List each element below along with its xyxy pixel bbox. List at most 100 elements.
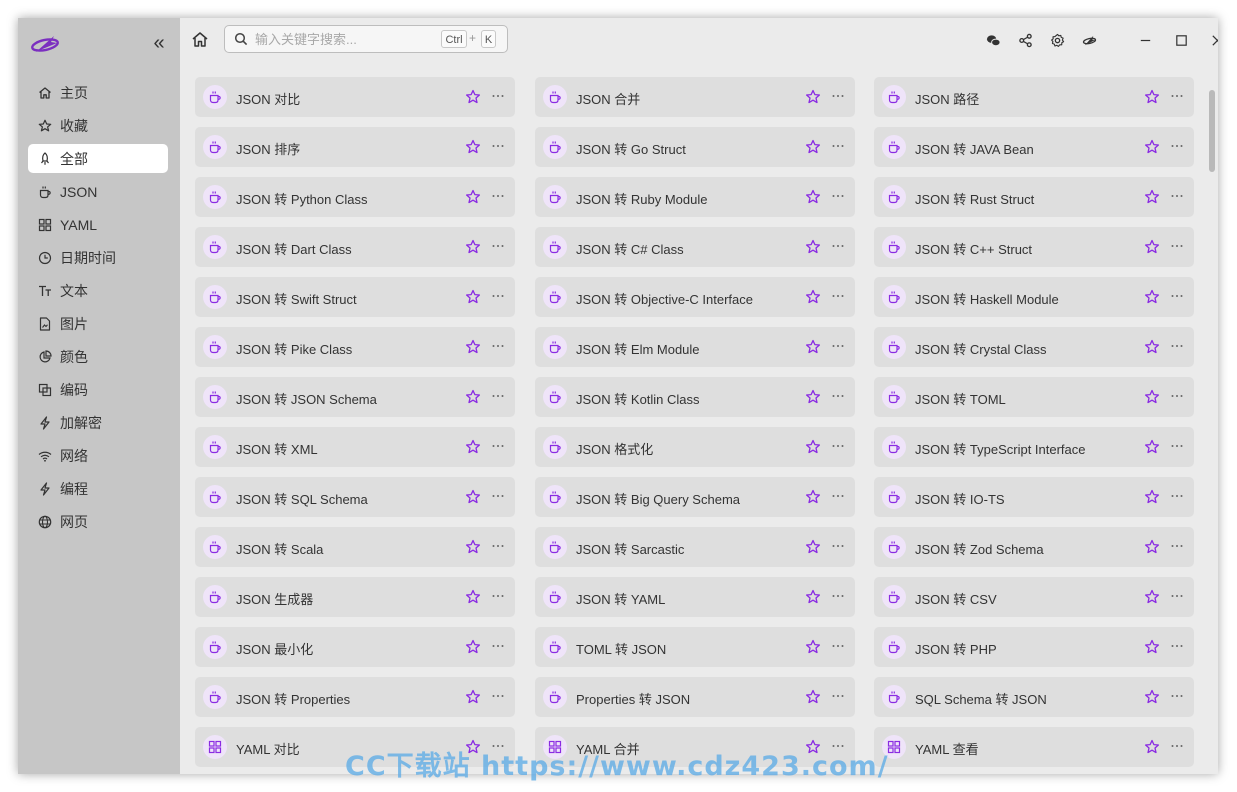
favorite-star-icon[interactable] <box>1144 89 1160 105</box>
minimize-icon[interactable] <box>1134 29 1156 51</box>
tool-card[interactable]: YAML 查看 <box>874 727 1194 767</box>
more-options-icon[interactable] <box>831 586 845 606</box>
sidebar-item-0[interactable]: 主页 <box>28 78 168 107</box>
more-options-icon[interactable] <box>831 186 845 206</box>
more-options-icon[interactable] <box>1170 386 1184 406</box>
double-chevron-left-icon[interactable]: « <box>149 32 169 56</box>
settings-icon[interactable] <box>1046 29 1068 51</box>
more-options-icon[interactable] <box>1170 536 1184 556</box>
favorite-star-icon[interactable] <box>1144 589 1160 605</box>
sidebar-item-9[interactable]: 编码 <box>28 375 168 404</box>
favorite-star-icon[interactable] <box>465 589 481 605</box>
sidebar-item-4[interactable]: YAML <box>28 210 168 239</box>
favorite-star-icon[interactable] <box>805 339 821 355</box>
favorite-star-icon[interactable] <box>805 439 821 455</box>
favorite-star-icon[interactable] <box>805 239 821 255</box>
more-options-icon[interactable] <box>491 336 505 356</box>
favorite-star-icon[interactable] <box>1144 139 1160 155</box>
more-options-icon[interactable] <box>1170 286 1184 306</box>
tool-card[interactable]: JSON 最小化 <box>195 627 515 667</box>
more-options-icon[interactable] <box>831 336 845 356</box>
favorite-star-icon[interactable] <box>1144 689 1160 705</box>
tool-card[interactable]: JSON 格式化 <box>535 427 855 467</box>
sidebar-item-5[interactable]: 日期时间 <box>28 243 168 272</box>
favorite-star-icon[interactable] <box>465 89 481 105</box>
close-icon[interactable] <box>1206 29 1218 51</box>
more-options-icon[interactable] <box>1170 236 1184 256</box>
favorite-star-icon[interactable] <box>1144 439 1160 455</box>
tool-card[interactable]: JSON 转 XML <box>195 427 515 467</box>
favorite-star-icon[interactable] <box>805 189 821 205</box>
scrollbar-thumb[interactable] <box>1209 90 1215 172</box>
favorite-star-icon[interactable] <box>465 439 481 455</box>
more-options-icon[interactable] <box>491 86 505 106</box>
more-options-icon[interactable] <box>1170 186 1184 206</box>
more-options-icon[interactable] <box>831 386 845 406</box>
tool-card[interactable]: JSON 转 TypeScript Interface <box>874 427 1194 467</box>
tool-card[interactable]: JSON 转 Scala <box>195 527 515 567</box>
favorite-star-icon[interactable] <box>1144 489 1160 505</box>
sidebar-item-8[interactable]: 颜色 <box>28 342 168 371</box>
tool-card[interactable]: JSON 转 Elm Module <box>535 327 855 367</box>
favorite-star-icon[interactable] <box>465 389 481 405</box>
tool-card[interactable]: JSON 转 TOML <box>874 377 1194 417</box>
favorite-star-icon[interactable] <box>465 639 481 655</box>
tool-card[interactable]: JSON 转 Zod Schema <box>874 527 1194 567</box>
tool-card[interactable]: JSON 转 CSV <box>874 577 1194 617</box>
favorite-star-icon[interactable] <box>1144 539 1160 555</box>
favorite-star-icon[interactable] <box>805 689 821 705</box>
sidebar-item-1[interactable]: 收藏 <box>28 111 168 140</box>
more-options-icon[interactable] <box>491 236 505 256</box>
tool-card[interactable]: JSON 转 IO-TS <box>874 477 1194 517</box>
favorite-star-icon[interactable] <box>805 589 821 605</box>
tool-card[interactable]: JSON 转 Go Struct <box>535 127 855 167</box>
sidebar-item-7[interactable]: 图片 <box>28 309 168 338</box>
favorite-star-icon[interactable] <box>805 639 821 655</box>
more-options-icon[interactable] <box>831 536 845 556</box>
more-options-icon[interactable] <box>1170 136 1184 156</box>
tool-card[interactable]: Properties 转 JSON <box>535 677 855 717</box>
more-options-icon[interactable] <box>1170 486 1184 506</box>
favorite-star-icon[interactable] <box>465 189 481 205</box>
tool-card[interactable]: JSON 转 PHP <box>874 627 1194 667</box>
tool-card[interactable]: JSON 生成器 <box>195 577 515 617</box>
search-box[interactable]: Ctrl + K <box>224 25 508 53</box>
more-options-icon[interactable] <box>491 186 505 206</box>
sidebar-item-2[interactable]: 全部 <box>28 144 168 173</box>
search-input[interactable] <box>255 30 435 48</box>
favorite-star-icon[interactable] <box>1144 339 1160 355</box>
favorite-star-icon[interactable] <box>805 389 821 405</box>
more-options-icon[interactable] <box>491 386 505 406</box>
tool-card[interactable]: JSON 转 C++ Struct <box>874 227 1194 267</box>
tool-card[interactable]: JSON 转 C# Class <box>535 227 855 267</box>
sidebar-item-10[interactable]: 加解密 <box>28 408 168 437</box>
more-options-icon[interactable] <box>491 686 505 706</box>
sidebar-item-6[interactable]: 文本 <box>28 276 168 305</box>
favorite-star-icon[interactable] <box>1144 639 1160 655</box>
favorite-star-icon[interactable] <box>465 289 481 305</box>
share-icon[interactable] <box>1014 29 1036 51</box>
tool-card[interactable]: JSON 转 Crystal Class <box>874 327 1194 367</box>
tool-card[interactable]: JSON 对比 <box>195 77 515 117</box>
favorite-star-icon[interactable] <box>465 489 481 505</box>
more-options-icon[interactable] <box>831 86 845 106</box>
tool-card[interactable]: JSON 转 Properties <box>195 677 515 717</box>
more-options-icon[interactable] <box>1170 736 1184 756</box>
more-options-icon[interactable] <box>1170 586 1184 606</box>
more-options-icon[interactable] <box>1170 636 1184 656</box>
tool-card[interactable]: JSON 转 SQL Schema <box>195 477 515 517</box>
tool-card[interactable]: JSON 合并 <box>535 77 855 117</box>
more-options-icon[interactable] <box>831 486 845 506</box>
favorite-star-icon[interactable] <box>805 89 821 105</box>
tool-card[interactable]: TOML 转 JSON <box>535 627 855 667</box>
more-options-icon[interactable] <box>1170 336 1184 356</box>
more-options-icon[interactable] <box>491 586 505 606</box>
maximize-icon[interactable] <box>1170 29 1192 51</box>
tool-card[interactable]: JSON 转 Haskell Module <box>874 277 1194 317</box>
favorite-star-icon[interactable] <box>465 339 481 355</box>
sidebar-item-3[interactable]: JSON <box>28 177 168 206</box>
favorite-star-icon[interactable] <box>465 139 481 155</box>
favorite-star-icon[interactable] <box>805 289 821 305</box>
sidebar-item-11[interactable]: 网络 <box>28 441 168 470</box>
tool-card[interactable]: JSON 转 Pike Class <box>195 327 515 367</box>
